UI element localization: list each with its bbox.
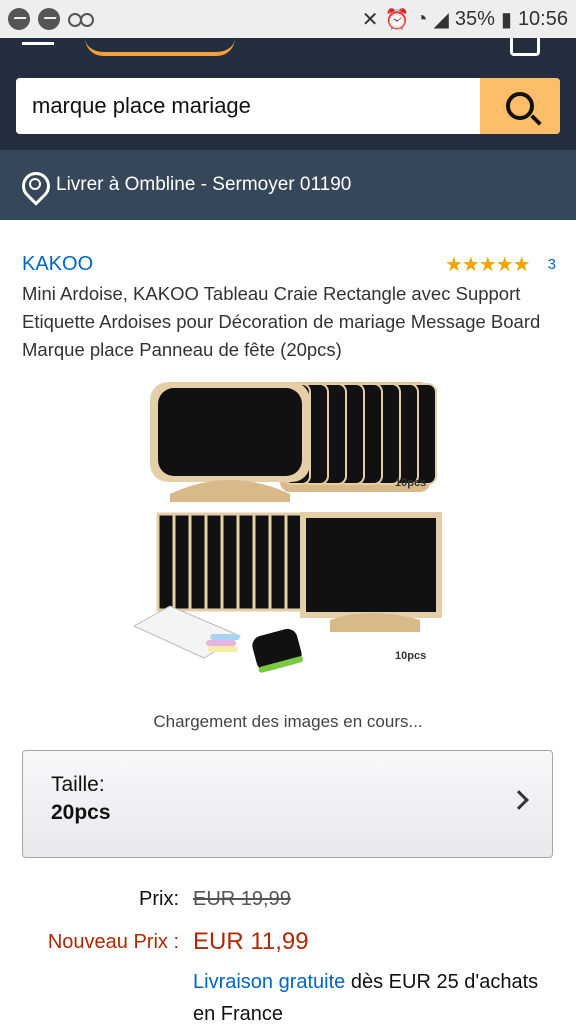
- battery-percent: 35%: [454, 7, 495, 30]
- chalkboards-bottom: [156, 512, 442, 632]
- review-count[interactable]: 3: [548, 256, 556, 273]
- mute-icon: ✕: [361, 8, 379, 31]
- brand-link[interactable]: KAKOO: [22, 253, 93, 276]
- search-button[interactable]: [480, 78, 560, 134]
- new-price: EUR 11,99: [193, 928, 309, 955]
- search-input[interactable]: [16, 78, 480, 134]
- product-image[interactable]: 10pcs 10pcs: [130, 376, 450, 688]
- product-title: Mini Ardoise, KAKOO Tableau Craie Rectan…: [22, 283, 541, 360]
- app-header: [0, 38, 576, 150]
- loading-message: Chargement des images en cours...: [153, 712, 423, 731]
- shipping-info: Livraison gratuite dès EUR 25 d'achats e…: [193, 966, 553, 1024]
- image-label-bottom: 10pcs: [395, 650, 426, 662]
- location-pin-icon: [22, 172, 44, 198]
- search-bar: [16, 78, 560, 134]
- status-bar: ✕ ⏰ ◔ ◢ 35% ▮ 10:56: [0, 0, 576, 38]
- signal-icon: ◢: [433, 8, 449, 31]
- voicemail-icon: [68, 13, 94, 27]
- image-label-top: 10pcs: [395, 477, 426, 489]
- brand-rating-row: KAKOO ★★★★★ 3: [22, 252, 556, 277]
- amazon-logo[interactable]: [85, 38, 235, 56]
- messenger-icon: [8, 8, 30, 30]
- old-price: EUR 19,99: [193, 888, 291, 910]
- alarm-icon: ⏰: [384, 8, 410, 31]
- new-price-label: Nouveau Prix :: [47, 931, 179, 953]
- delivery-text: Livrer à Ombline - Sermoyer 01190: [56, 174, 352, 195]
- star-rating[interactable]: ★★★★★: [445, 252, 531, 277]
- free-shipping-link[interactable]: Livraison gratuite: [193, 971, 345, 993]
- eraser: [252, 628, 304, 673]
- size-value: 20pcs: [51, 801, 111, 824]
- battery-icon: ▮: [500, 8, 512, 31]
- size-selector[interactable]: Taille: 20pcs: [22, 750, 553, 858]
- delivery-location-bar[interactable]: Livrer à Ombline - Sermoyer 01190: [0, 150, 576, 220]
- size-label: Taille:: [51, 773, 105, 796]
- wifi-icon: ◔: [415, 7, 428, 30]
- price-label: Prix:: [139, 888, 179, 910]
- cart-icon[interactable]: [510, 38, 540, 56]
- clock: 10:56: [517, 7, 568, 30]
- messenger-icon: [38, 8, 60, 30]
- chalkboards-top: [150, 382, 437, 502]
- menu-icon[interactable]: [22, 42, 54, 45]
- chalk-box: [132, 605, 242, 659]
- search-icon: [506, 92, 534, 120]
